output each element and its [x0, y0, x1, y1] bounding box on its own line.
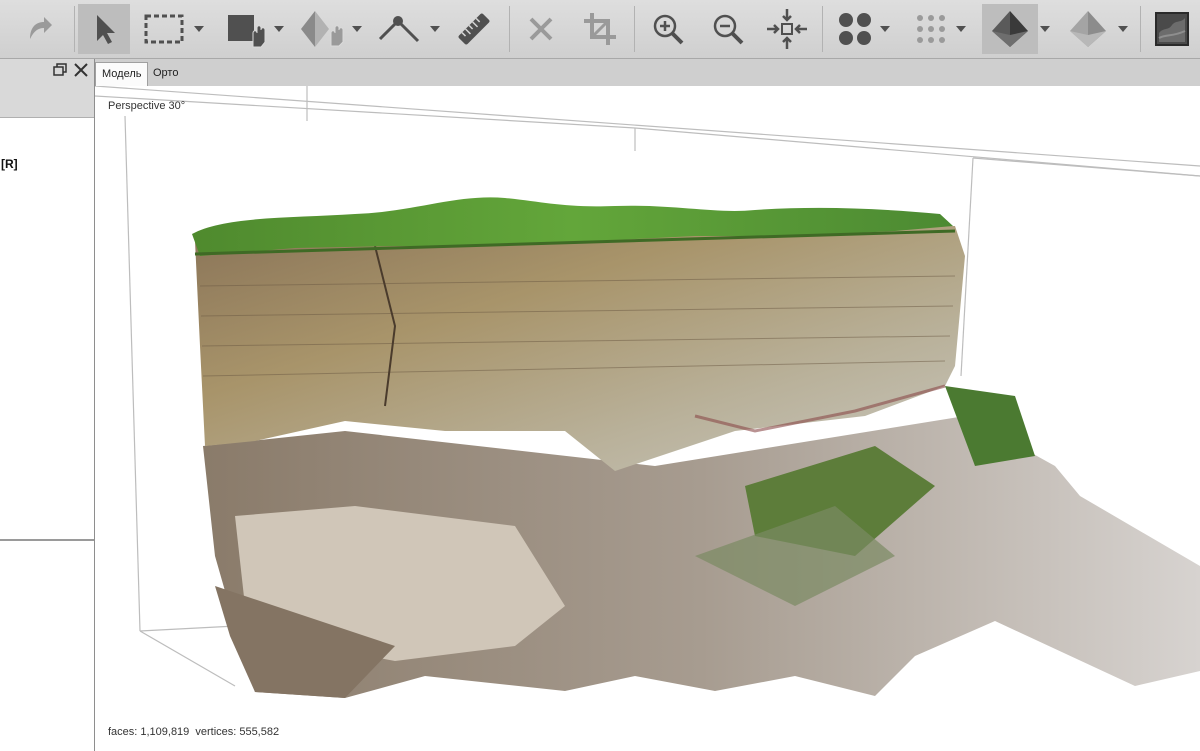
left-panel-header [0, 59, 94, 118]
zoom-in-button[interactable] [644, 4, 692, 54]
model-viewport[interactable]: Perspective 30° faces: 1,109,819 vertices… [95, 86, 1200, 751]
panel-splitter[interactable] [0, 539, 94, 541]
close-panel-icon[interactable] [73, 62, 89, 78]
delete-icon [529, 17, 553, 41]
model-solid-button[interactable] [982, 4, 1050, 54]
vertices-value: 555,582 [239, 726, 280, 738]
crop-icon [584, 13, 616, 45]
view-tabbar: Модель Орто [95, 59, 1200, 86]
textured-view-button[interactable] [1148, 4, 1196, 54]
projection-label: Perspective 30° [108, 100, 186, 112]
vertices-label: vertices: [195, 726, 237, 738]
reset-view-button[interactable] [762, 4, 812, 54]
model-solid-dropdown-icon[interactable] [1040, 26, 1050, 32]
delete-button[interactable] [518, 4, 564, 54]
reset-view-icon [767, 9, 807, 49]
panel-item-tag[interactable]: [R] [1, 157, 18, 171]
model-solid-icon [992, 11, 1028, 47]
ruler-button[interactable] [452, 4, 496, 54]
model-shaded-button[interactable] [1060, 4, 1128, 54]
diamond-select-icon [301, 11, 344, 47]
redo-button[interactable] [6, 4, 70, 54]
float-panel-icon[interactable] [52, 62, 68, 78]
dense-points-button[interactable] [832, 4, 890, 54]
area-select-icon [228, 15, 266, 48]
rect-select-dropdown-icon[interactable] [194, 26, 204, 32]
model-shaded-dropdown-icon[interactable] [1118, 26, 1128, 32]
dense-points-icon [839, 13, 871, 45]
zoom-out-button[interactable] [704, 4, 752, 54]
sparse-points-icon [917, 15, 945, 43]
model-shaded-icon [1070, 11, 1106, 47]
model-stats: faces: 1,109,819 vertices: 555,582 [108, 726, 282, 738]
select-pointer-icon [97, 15, 115, 44]
main-toolbar [0, 0, 1200, 59]
textured-view-icon [1155, 12, 1189, 46]
sparse-points-dropdown-icon[interactable] [956, 26, 966, 32]
crop-button[interactable] [576, 4, 624, 54]
measure-tool-button[interactable] [370, 4, 440, 54]
sparse-points-button[interactable] [908, 4, 966, 54]
diamond-select-button[interactable] [294, 4, 362, 54]
faces-label: faces: [108, 726, 138, 738]
tab-ortho[interactable]: Орто [147, 62, 184, 85]
ruler-icon [458, 13, 490, 45]
measure-tool-dropdown-icon[interactable] [430, 26, 440, 32]
area-select-dropdown-icon[interactable] [274, 26, 284, 32]
dense-points-dropdown-icon[interactable] [880, 26, 890, 32]
zoom-out-icon [713, 14, 744, 45]
redo-icon [30, 17, 52, 39]
zoom-in-icon [653, 14, 684, 45]
measure-tool-icon [378, 16, 420, 43]
area-select-button[interactable] [220, 4, 284, 54]
select-pointer-button[interactable] [78, 4, 130, 54]
left-panel: [R] [0, 59, 95, 751]
diamond-select-dropdown-icon[interactable] [352, 26, 362, 32]
model-scene [95, 86, 1200, 698]
rect-select-button[interactable] [136, 4, 204, 54]
rect-select-icon [144, 14, 184, 44]
tab-model[interactable]: Модель [95, 62, 149, 86]
faces-value: 1,109,819 [140, 726, 190, 738]
